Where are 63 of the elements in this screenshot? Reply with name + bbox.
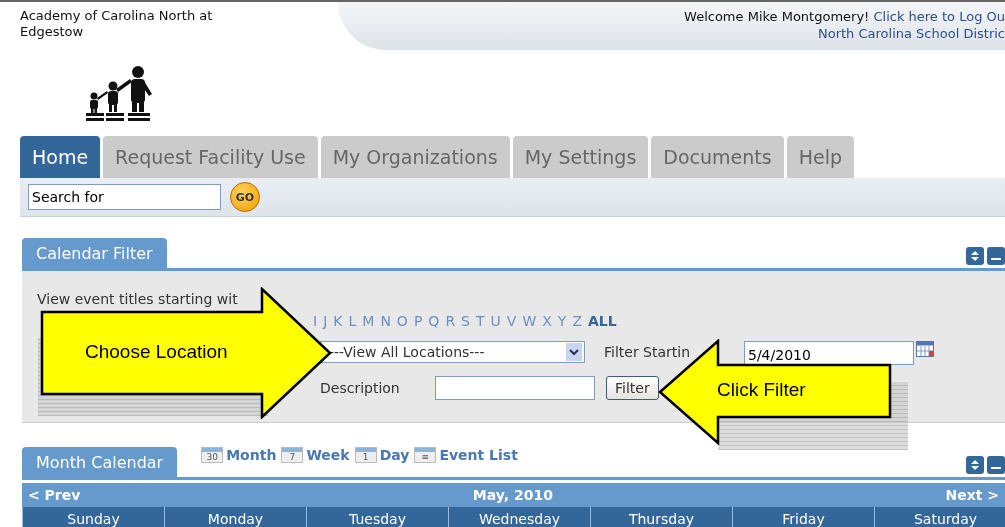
- minimize-icon[interactable]: [987, 247, 1005, 265]
- prev-link[interactable]: < Prev: [28, 487, 81, 503]
- callout-label: Click Filter: [717, 379, 806, 401]
- day-header-cell: Saturday: [874, 507, 1005, 527]
- calendar-page-icon[interactable]: ≡: [414, 447, 437, 463]
- calendar-page-icon[interactable]: 7: [281, 447, 304, 463]
- logout-link[interactable]: Click here to Log Ou: [873, 9, 1005, 24]
- expand-icon[interactable]: [966, 247, 984, 265]
- view-link[interactable]: Week: [306, 447, 350, 463]
- letter-link[interactable]: I: [313, 313, 318, 337]
- day-header-cell: Wednesday: [448, 507, 590, 527]
- letter-link[interactable]: L: [348, 313, 357, 337]
- day-header-cell: Monday: [164, 507, 306, 527]
- day-header-cell: Friday: [732, 507, 874, 527]
- minimize-icon[interactable]: [987, 456, 1005, 474]
- letter-link[interactable]: O: [396, 313, 408, 337]
- calendar-page-icon[interactable]: 1: [354, 447, 377, 463]
- letter-link[interactable]: Y: [557, 313, 567, 337]
- letter-link[interactable]: S: [461, 313, 470, 337]
- welcome-text: Welcome Mike Montgomery!: [684, 9, 870, 24]
- letter-link[interactable]: W: [522, 313, 537, 337]
- letter-link[interactable]: X: [542, 313, 552, 337]
- location-dropdown[interactable]: ---View All Locations---: [320, 341, 585, 363]
- letter-link[interactable]: V: [506, 313, 517, 337]
- day-header-cell: Tuesday: [306, 507, 448, 527]
- callout-label: Choose Location: [85, 341, 228, 363]
- letter-link[interactable]: M: [362, 313, 375, 337]
- description-field[interactable]: [435, 376, 595, 400]
- nav-tab[interactable]: My Settings: [512, 136, 649, 178]
- next-link[interactable]: Next >: [945, 487, 999, 503]
- day-header-cell: Sunday: [22, 507, 164, 527]
- go-button[interactable]: GO: [230, 182, 260, 212]
- nav-tab[interactable]: Documents: [651, 136, 784, 178]
- expand-icon[interactable]: [966, 456, 984, 474]
- nav-tab[interactable]: Request Facility Use: [103, 136, 318, 178]
- view-link[interactable]: Event List: [439, 447, 518, 463]
- nav-tab[interactable]: My Organizations: [320, 136, 510, 178]
- school-name: Academy of Carolina North at Edgestow: [19, 7, 214, 41]
- search-field[interactable]: Search for: [28, 184, 221, 210]
- date-field[interactable]: 5/4/2010: [744, 341, 914, 365]
- letter-link[interactable]: R: [445, 313, 456, 337]
- day-header-cell: Thursday: [590, 507, 732, 527]
- letter-link[interactable]: J: [323, 313, 328, 337]
- letter-link[interactable]: U: [490, 313, 501, 337]
- view-link[interactable]: Month: [226, 447, 277, 463]
- letter-link[interactable]: N: [380, 313, 391, 337]
- letter-link[interactable]: K: [333, 313, 343, 337]
- letter-link[interactable]: T: [476, 313, 485, 337]
- district-link[interactable]: North Carolina School Distric: [818, 26, 1005, 41]
- all-letters-link[interactable]: ALL: [588, 313, 617, 337]
- letter-link[interactable]: Q: [428, 313, 440, 337]
- nav-tab[interactable]: Help: [786, 136, 854, 178]
- filter-intro-text: View event titles starting wit: [36, 291, 239, 309]
- description-label: Description: [320, 380, 401, 396]
- filter-button[interactable]: Filter: [606, 376, 659, 400]
- nav-tab[interactable]: Home: [20, 136, 101, 178]
- letter-link[interactable]: Z: [572, 313, 582, 337]
- filter-starting-label: Filter Startin: [604, 343, 692, 360]
- letter-link[interactable]: P: [413, 313, 423, 337]
- calendar-icon[interactable]: [916, 341, 934, 357]
- month-title: May, 2010: [472, 487, 553, 503]
- view-link[interactable]: Day: [379, 447, 410, 463]
- calendar-page-icon[interactable]: 30: [201, 447, 224, 463]
